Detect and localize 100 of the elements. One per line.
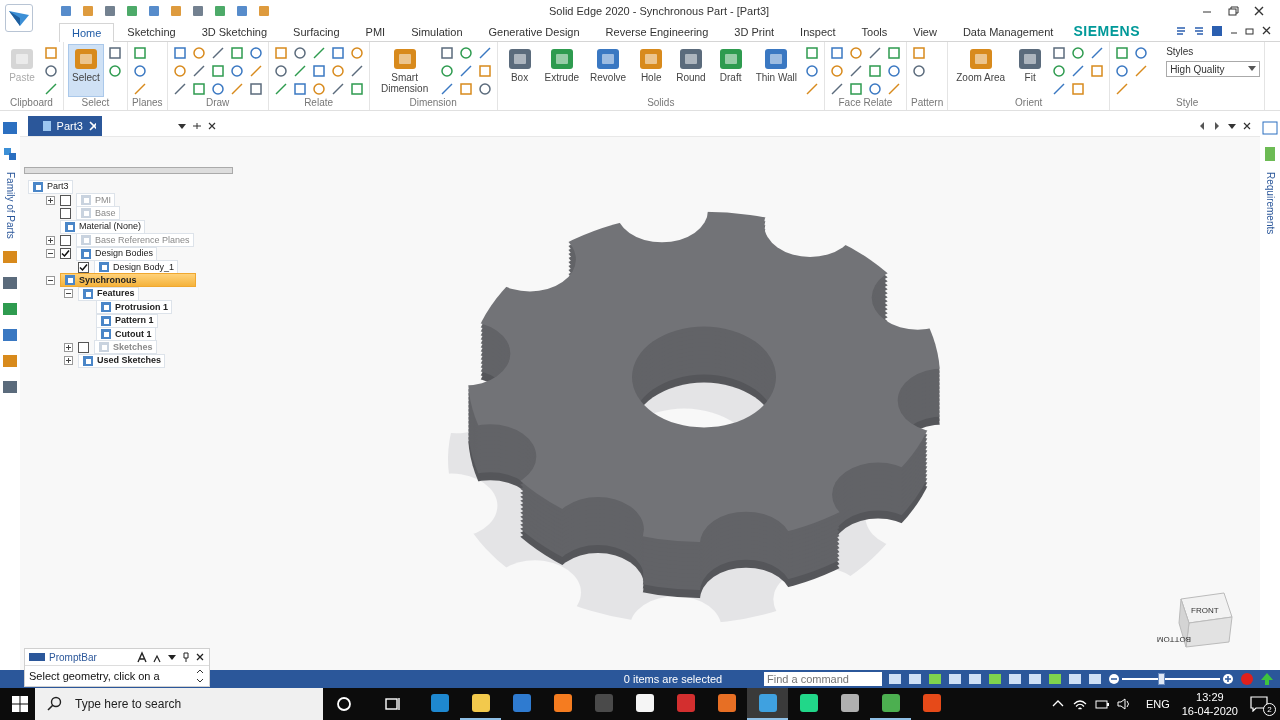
ribbon-tab[interactable]: View bbox=[900, 22, 950, 41]
tool-icon[interactable] bbox=[1114, 81, 1131, 97]
restore-icon[interactable] bbox=[1226, 3, 1240, 18]
ribbon-button[interactable]: Smart Dimension bbox=[373, 44, 436, 97]
toolbar-icon[interactable] bbox=[235, 3, 249, 18]
toolbar-icon[interactable] bbox=[1192, 24, 1206, 38]
tool-icon[interactable] bbox=[1070, 63, 1087, 79]
scroll-arrows-icon[interactable] bbox=[195, 668, 205, 684]
application-menu-button[interactable] bbox=[5, 4, 33, 32]
windows-start-icon[interactable] bbox=[11, 695, 29, 713]
ribbon-tab[interactable]: Generative Design bbox=[475, 22, 593, 41]
ribbon-tab[interactable]: Inspect bbox=[787, 22, 849, 41]
tool-icon[interactable] bbox=[828, 63, 845, 79]
checkbox[interactable] bbox=[60, 248, 71, 260]
tool-icon[interactable] bbox=[803, 45, 820, 61]
tool-icon[interactable] bbox=[132, 63, 148, 79]
slider-thumb[interactable] bbox=[1158, 673, 1166, 685]
ribbon-tab[interactable]: Simulation bbox=[398, 22, 476, 41]
tool-icon[interactable] bbox=[476, 81, 493, 97]
zoom-slider[interactable] bbox=[1122, 673, 1220, 685]
notification-button[interactable]: 2 bbox=[1250, 692, 1274, 716]
toolbar-icon[interactable] bbox=[147, 3, 161, 18]
tool-icon[interactable] bbox=[228, 45, 245, 61]
tool-icon[interactable] bbox=[310, 63, 327, 79]
tree-item[interactable]: Material (None) bbox=[60, 219, 146, 234]
close-icon[interactable] bbox=[207, 121, 217, 131]
expander-icon[interactable] bbox=[46, 249, 55, 259]
ribbon-button[interactable]: Box bbox=[501, 44, 538, 97]
expander-icon[interactable] bbox=[64, 289, 73, 299]
checkbox[interactable] bbox=[60, 234, 71, 246]
tool-icon[interactable] bbox=[291, 81, 308, 97]
expander-icon[interactable] bbox=[64, 342, 73, 352]
document-tab[interactable]: Part3 bbox=[28, 116, 102, 136]
tree-item[interactable]: Part3 bbox=[28, 179, 73, 194]
tree-item[interactable]: Cutout 1 bbox=[96, 327, 156, 341]
status-tool-icon[interactable] bbox=[1048, 672, 1062, 686]
expander-icon[interactable] bbox=[46, 235, 55, 245]
ribbon-button[interactable]: Extrude bbox=[540, 44, 584, 97]
tool-icon[interactable] bbox=[329, 63, 346, 79]
next-icon[interactable] bbox=[1212, 121, 1222, 131]
taskbar-search-field[interactable]: Type here to search bbox=[35, 688, 323, 720]
tree-item[interactable]: Base bbox=[76, 206, 120, 221]
status-tool-icon[interactable] bbox=[928, 672, 942, 686]
panel-icon[interactable] bbox=[2, 326, 18, 343]
tree-item[interactable]: Protrusion 1 bbox=[96, 300, 172, 315]
tool-icon[interactable] bbox=[310, 81, 327, 97]
style-dropdown[interactable]: High Quality bbox=[1166, 61, 1261, 77]
status-tool-icon[interactable] bbox=[908, 672, 922, 686]
status-tool-icon[interactable] bbox=[1028, 672, 1042, 686]
toolbar-icon[interactable] bbox=[191, 3, 205, 18]
tool-icon[interactable] bbox=[43, 63, 59, 79]
tool-icon[interactable] bbox=[171, 45, 188, 61]
toolbar-icon[interactable] bbox=[81, 3, 95, 18]
zoom-in-icon[interactable] bbox=[1222, 673, 1234, 685]
status-tool-icon[interactable] bbox=[1008, 672, 1022, 686]
tool-icon[interactable] bbox=[1051, 45, 1068, 61]
tool-icon[interactable] bbox=[247, 81, 264, 97]
tree-item[interactable]: Base Reference Planes bbox=[76, 233, 194, 248]
tree-item[interactable]: Synchronous bbox=[60, 273, 196, 288]
tool-icon[interactable] bbox=[107, 63, 123, 79]
tool-icon[interactable] bbox=[190, 81, 207, 97]
panel-icon[interactable] bbox=[1262, 146, 1278, 162]
tool-icon[interactable] bbox=[457, 45, 474, 61]
tool-icon[interactable] bbox=[438, 63, 455, 79]
toolbar-icon[interactable] bbox=[1174, 24, 1188, 38]
status-tool-icon[interactable] bbox=[948, 672, 962, 686]
tool-icon[interactable] bbox=[1114, 63, 1131, 79]
side-panel-tab[interactable]: Family of Parts bbox=[4, 172, 16, 239]
dropdown-icon[interactable] bbox=[167, 652, 177, 662]
ribbon-button[interactable]: Zoom Area bbox=[952, 44, 1010, 97]
ribbon-tab[interactable]: Reverse Engineering bbox=[592, 22, 722, 41]
status-tool-icon[interactable] bbox=[988, 672, 1002, 686]
status-tool-icon[interactable] bbox=[968, 672, 982, 686]
tool-icon[interactable] bbox=[885, 63, 902, 79]
tool-icon[interactable] bbox=[803, 63, 820, 79]
status-tool-icon[interactable] bbox=[1068, 672, 1082, 686]
checkbox[interactable] bbox=[60, 194, 71, 206]
ribbon-tab[interactable]: Sketching bbox=[114, 22, 189, 41]
ribbon-button[interactable]: Draft bbox=[712, 44, 749, 97]
tool-icon[interactable] bbox=[828, 45, 845, 61]
panel-icon[interactable] bbox=[2, 248, 18, 265]
expander-icon[interactable] bbox=[46, 275, 55, 285]
checkbox[interactable] bbox=[78, 261, 89, 273]
ribbon-tab[interactable]: PMI bbox=[352, 22, 399, 41]
toolbar-icon[interactable] bbox=[213, 3, 227, 18]
tool-icon[interactable] bbox=[1070, 45, 1087, 61]
tool-icon[interactable] bbox=[190, 45, 207, 61]
tool-icon[interactable] bbox=[910, 63, 927, 79]
tool-icon[interactable] bbox=[1133, 63, 1150, 79]
command-search-field[interactable]: Find a command bbox=[764, 672, 882, 686]
tool-icon[interactable] bbox=[43, 81, 59, 97]
expander-icon[interactable] bbox=[46, 195, 55, 205]
ribbon-button[interactable]: Thin Wall bbox=[751, 44, 801, 97]
tool-icon[interactable] bbox=[1089, 45, 1106, 61]
tree-item[interactable]: PMI bbox=[76, 193, 115, 208]
tool-icon[interactable] bbox=[1051, 81, 1068, 97]
close-icon[interactable] bbox=[195, 652, 205, 662]
tool-icon[interactable] bbox=[329, 45, 346, 61]
tool-icon[interactable] bbox=[847, 45, 864, 61]
panel-icon[interactable] bbox=[2, 300, 18, 317]
